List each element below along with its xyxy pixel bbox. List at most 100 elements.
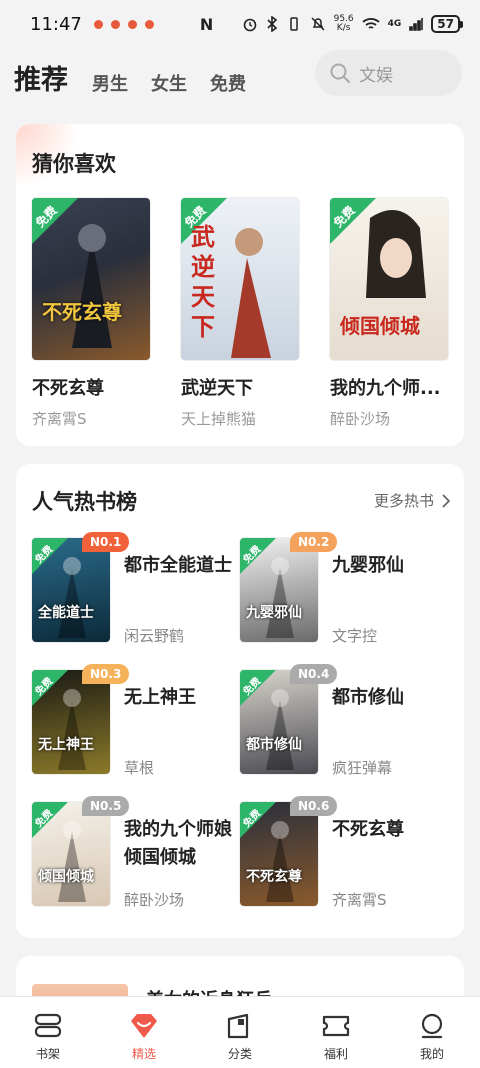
book-author: 醉卧沙场 [124, 891, 185, 909]
more-hot-books-link[interactable]: 更多热书 [374, 490, 450, 511]
diamond-icon [131, 1014, 157, 1038]
search-placeholder: 文娱 [359, 65, 393, 86]
section-title: 人气热书榜 [32, 490, 137, 514]
book-title: 都市全能道士 [124, 555, 232, 576]
wifi-icon [362, 18, 380, 29]
tab-recommend[interactable]: 推荐 [14, 58, 68, 97]
tab-free[interactable]: 免费 [210, 70, 246, 96]
notification-icons [93, 19, 154, 29]
notification-icon [144, 19, 154, 29]
nav-label: 我的 [419, 1047, 444, 1061]
search-icon [330, 63, 350, 83]
category-icon [227, 1013, 249, 1039]
book-author: 齐离霄S [332, 891, 387, 909]
bluetooth-icon [267, 16, 277, 32]
cover-text: 不死玄尊 [246, 869, 302, 885]
free-badge: 免费 [240, 538, 276, 574]
cover-text: 九婴邪仙 [246, 605, 302, 621]
chevron-right-icon [442, 493, 450, 508]
book-cover: 免费不死玄尊 [240, 802, 318, 906]
book-author: 草根 [124, 759, 155, 777]
nav-category[interactable]: 分类 [192, 997, 288, 1068]
book-author: 疯狂弹幕 [332, 759, 393, 777]
rank-badge: N0.3 [82, 664, 130, 684]
nav-featured[interactable]: 精选 [96, 997, 192, 1068]
rank-badge: N0.6 [290, 796, 338, 816]
notification-icon [93, 19, 103, 29]
vibrate-icon [289, 17, 298, 31]
hot-book-item[interactable]: 免费全能道士 N0.1 都市全能道士 闲云野鹤 [32, 532, 242, 646]
cover-text: 全能道士 [38, 605, 94, 621]
nav-profile[interactable]: 我的 [384, 997, 480, 1068]
book-cover: 免费九婴邪仙 [240, 538, 318, 642]
tab-male[interactable]: 男生 [92, 70, 128, 96]
nav-bookshelf[interactable]: 书架 [0, 997, 96, 1068]
free-badge: 免费 [330, 198, 376, 244]
nav-label: 福利 [323, 1047, 348, 1061]
tab-female[interactable]: 女生 [151, 70, 187, 96]
mute-icon [311, 17, 325, 31]
section-title: 猜你喜欢 [32, 152, 116, 176]
top-header: 推荐 男生 女生 免费 文娱 [0, 48, 480, 108]
rank-badge: N0.2 [290, 532, 338, 552]
cover-text: 倾国倾城 [340, 314, 420, 338]
free-badge: 免费 [32, 802, 68, 838]
nav-label: 书架 [35, 1047, 60, 1061]
hot-book-item[interactable]: 免费 无上神王 N0.3 无上神王 草根 [32, 664, 242, 778]
notification-icon [127, 19, 137, 29]
status-bar: 11:47 N 95.6 K/s 4G 57 [0, 0, 480, 48]
book-author: 醉卧沙场 [330, 410, 391, 428]
book-cover: 免费都市修仙 [240, 670, 318, 774]
book-title: 武逆天下 [181, 378, 253, 399]
alarm-icon [243, 18, 256, 32]
cover-text: 都市修仙 [246, 737, 302, 753]
rank-badge: N0.1 [82, 532, 130, 552]
book-cover: 免费无上神王 [32, 670, 110, 774]
book-card[interactable]: 免费 不死玄尊 不死玄尊 齐离霄S [32, 198, 152, 429]
hot-book-item[interactable]: 免费 九婴邪仙 N0.2 九婴邪仙 文字控 [240, 532, 450, 646]
hot-book-item[interactable]: 免费 不死玄尊 N0.6 不死玄尊 齐离霄S [240, 796, 450, 910]
free-badge: 免费 [240, 670, 276, 706]
book-card[interactable]: 免费 武逆天下 武逆天下 天上掉熊猫 [181, 198, 301, 429]
nfc-icon: N [199, 14, 214, 34]
book-author: 天上掉熊猫 [181, 410, 257, 428]
more-label: 更多热书 [373, 492, 434, 510]
search-box[interactable]: 文娱 [315, 50, 462, 96]
ticket-icon [322, 1015, 350, 1037]
rank-badge: N0.4 [290, 664, 338, 684]
book-cover: 免费 倾国倾城 [32, 802, 110, 906]
nav-label: 分类 [227, 1047, 252, 1061]
guess-you-like-card: 猜你喜欢 免费 不死玄尊 不死玄尊 齐离霄S 免费 武逆天下 武逆天下 天上掉熊… [16, 124, 464, 446]
cover-text: 无上神王 [38, 737, 94, 753]
nav-label: 精选 [131, 1047, 156, 1061]
book-title: 无上神王 [124, 687, 196, 708]
book-author: 文字控 [332, 627, 378, 645]
hot-books-card: 人气热书榜 更多热书 免费 全能道士 N0.1 都市全能道士 闲云野鹤 免费 九婴邪仙 N0.… [16, 464, 464, 938]
hot-book-item[interactable]: 免费 都市修仙 N0.4 都市修仙 疯狂弹幕 [240, 664, 450, 778]
book-cover: 免费 武逆天下 [181, 198, 299, 360]
book-title: 不死玄尊 [332, 819, 404, 840]
nav-welfare[interactable]: 福利 [288, 997, 384, 1068]
book-title: 我的九个师娘倾国倾城 [124, 819, 232, 868]
book-author: 闲云野鹤 [124, 627, 185, 645]
free-badge: 免费 [32, 670, 68, 706]
battery-indicator: 57 [431, 15, 463, 33]
book-title: 九婴邪仙 [332, 555, 404, 576]
free-badge: 免费 [32, 538, 68, 574]
signal-icon [409, 18, 424, 31]
book-title: 我的九个师... [330, 378, 441, 399]
rank-badge: N0.5 [82, 796, 130, 816]
book-card[interactable]: 免费 倾国倾城 我的九个师... 醉卧沙场 [330, 198, 450, 429]
bottom-navigation: 书架 精选 分类 福利 我的 [0, 996, 480, 1068]
network-speed: 95.6 K/s [333, 14, 354, 33]
book-author: 齐离霄S [32, 410, 87, 428]
hot-book-item[interactable]: 免费 倾国倾城 N0.5 我的九个师娘倾国倾城醉卧沙场 [32, 796, 242, 910]
cover-text: 武逆天下 [191, 223, 215, 341]
cover-text: 不死玄尊 [42, 300, 122, 324]
book-title: 都市修仙 [332, 687, 404, 708]
status-time: 11:47 [30, 13, 82, 35]
free-badge: 免费 [240, 802, 276, 838]
bookshelf-icon [34, 1013, 62, 1038]
book-cover: 免费 不死玄尊 [32, 198, 150, 360]
book-title: 不死玄尊 [32, 378, 104, 399]
